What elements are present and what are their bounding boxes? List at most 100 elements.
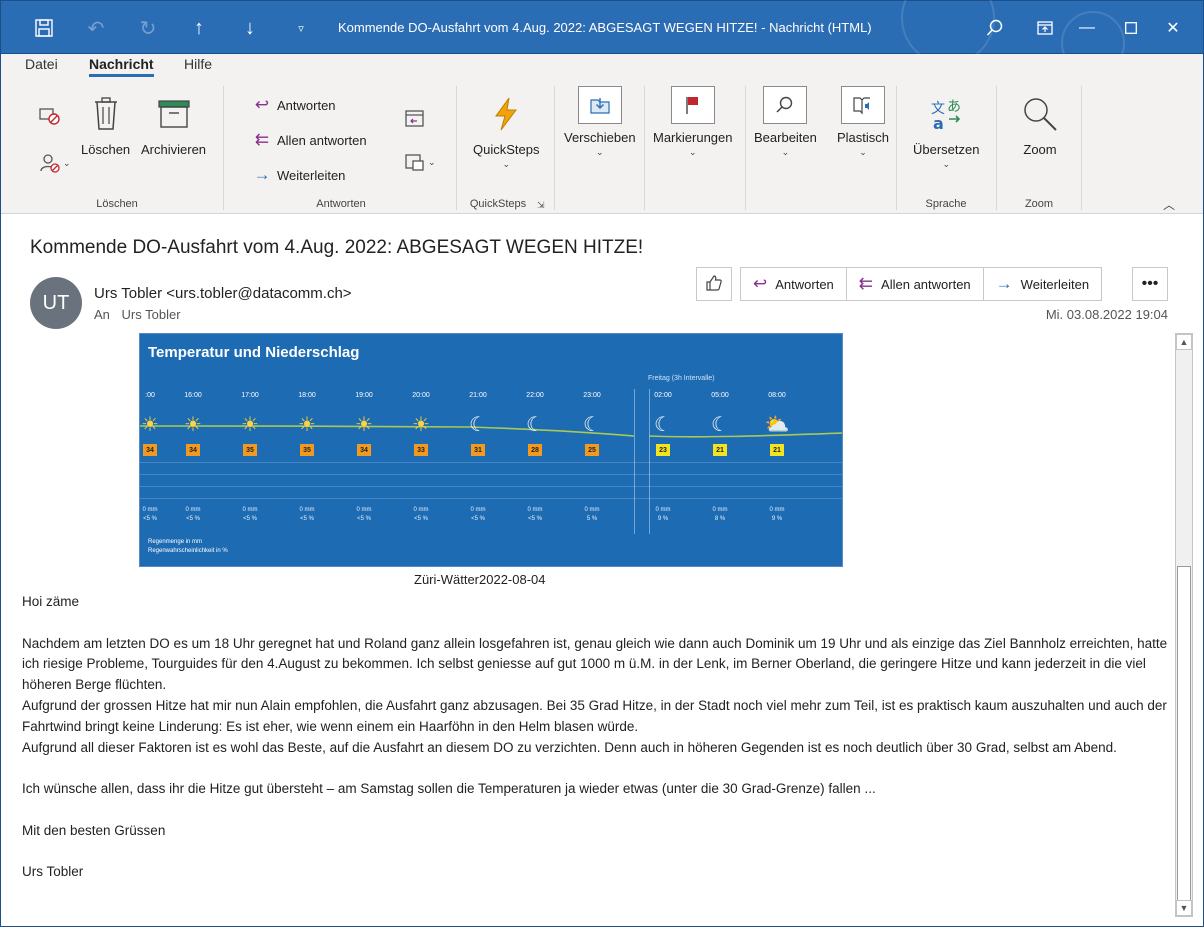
sender[interactable]: Urs Tobler <urs.tobler@datacomm.ch>	[94, 285, 352, 302]
body-paragraph: Urs Tobler	[22, 864, 84, 880]
body-paragraph	[22, 613, 1170, 634]
zoom-button[interactable]: Zoom	[1018, 92, 1062, 157]
immersive-reader-button[interactable]: Plastisch ⌄	[837, 86, 889, 158]
arrow-up-icon[interactable]: ↑	[184, 13, 214, 43]
body-paragraph: Ich wünsche allen, dass ihr die Hitze gu…	[22, 781, 876, 797]
like-button[interactable]	[696, 267, 732, 301]
magnifier-icon	[1018, 92, 1062, 136]
translate-button[interactable]: 文あa Übersetzen ⌄	[913, 92, 979, 170]
moon-icon: ☾	[711, 414, 729, 436]
dialog-launcher-icon[interactable]: ⇲	[537, 200, 545, 211]
weather-time: :00	[145, 392, 155, 399]
redo-icon[interactable]: ↻	[133, 13, 163, 43]
archive-label: Archivieren	[141, 142, 207, 157]
chevron-down-icon: ⌄	[942, 159, 951, 169]
weather-rain-probability: <5 %	[414, 516, 428, 522]
ribbon-display-icon[interactable]	[1025, 11, 1065, 45]
search-icon[interactable]	[980, 13, 1010, 43]
weather-time: 21:00	[469, 392, 487, 399]
recipient-name[interactable]: Urs Tobler	[122, 307, 181, 322]
minimize-icon[interactable]: —	[1067, 11, 1107, 45]
header-forward-button[interactable]: → Weiterleiten	[984, 268, 1101, 300]
window-title: Kommende DO-Ausfahrt vom 4.Aug. 2022: AB…	[338, 20, 872, 35]
tab-datei[interactable]: Datei	[25, 56, 58, 72]
move-button[interactable]: Verschieben ⌄	[564, 86, 636, 158]
tab-nachricht[interactable]: Nachricht	[89, 56, 154, 77]
sun-icon: ☀	[141, 414, 159, 436]
ribbon-tab-bar: Datei Nachricht Hilfe	[0, 54, 1204, 82]
delete-label: Löschen	[81, 142, 131, 157]
avatar[interactable]: UT	[30, 277, 82, 329]
title-bar: ↶ ↻ ↑ ↓ ▿ Kommende DO-Ausfahrt vom 4.Aug…	[0, 0, 1204, 75]
header-reply-button[interactable]: ↩ Antworten	[741, 268, 847, 300]
weather-temperature: 34	[357, 444, 371, 456]
close-icon[interactable]: ✕	[1153, 11, 1193, 45]
header-reply-all-button[interactable]: ⇇ Allen antworten	[847, 268, 984, 300]
weather-rain-probability: <5 %	[528, 516, 542, 522]
forward-icon: →	[253, 165, 271, 184]
weather-time: 19:00	[355, 392, 373, 399]
forward-button[interactable]: → Weiterleiten	[251, 165, 346, 185]
weather-temperature: 34	[186, 444, 200, 456]
weather-rain-mm: 0 mm	[185, 507, 201, 513]
zoom-label: Zoom	[1023, 142, 1057, 157]
more-actions-button[interactable]: •••	[1132, 267, 1168, 301]
chevron-down-icon: ⌄	[781, 147, 790, 157]
forward-label: Weiterleiten	[277, 167, 346, 183]
recipients: An Urs Tobler	[94, 307, 181, 322]
body-paragraph: Nachdem am letzten DO es um 18 Uhr gereg…	[22, 635, 1168, 693]
collapse-ribbon-icon[interactable]: ︿	[1163, 196, 1175, 213]
thumbs-up-icon	[705, 274, 723, 295]
weather-legend: Regenmenge in mm Regenwahrscheinlichkeit…	[148, 538, 228, 556]
customize-caret-icon[interactable]: ▿	[286, 13, 316, 43]
sun-icon: ☀	[184, 414, 202, 436]
ignore-icon[interactable]	[39, 106, 61, 131]
weather-temperature: 34	[143, 444, 157, 456]
delete-button[interactable]: Löschen	[81, 92, 130, 157]
weather-temperature: 23	[656, 444, 670, 456]
block-sender-icon[interactable]: ⌄	[39, 152, 71, 174]
group-label-sprache: Sprache	[925, 198, 967, 210]
weather-time: 02:00	[654, 392, 672, 399]
weather-rain-probability: <5 %	[357, 516, 371, 522]
arrow-down-icon[interactable]: ↓	[235, 13, 265, 43]
reply-all-label: Allen antworten	[277, 132, 367, 148]
weather-temperature: 21	[770, 444, 784, 456]
scroll-down-icon[interactable]: ▼	[1176, 900, 1192, 916]
weather-rain-probability: <5 %	[243, 516, 257, 522]
weather-rain-mm: 0 mm	[712, 507, 728, 513]
more-respond-icon[interactable]: ⌄	[404, 152, 436, 172]
sun-icon: ☀	[298, 414, 316, 436]
body-paragraph: Aufgrund all dieser Faktoren ist es wohl…	[22, 739, 1117, 755]
weather-time: 17:00	[241, 392, 259, 399]
scroll-up-icon[interactable]: ▲	[1176, 334, 1192, 350]
weather-rain-probability: <5 %	[300, 516, 314, 522]
weather-image[interactable]: Temperatur und Niederschlag Freitag (3h …	[139, 333, 843, 567]
reply-all-icon: ⇇	[254, 130, 270, 149]
flag-icon	[670, 86, 715, 124]
chevron-down-icon: ⌄	[428, 156, 436, 167]
meeting-reply-icon[interactable]	[404, 108, 426, 133]
maximize-icon[interactable]	[1111, 11, 1151, 45]
body-paragraph	[22, 842, 1170, 863]
scrollbar-thumb[interactable]	[1177, 566, 1191, 902]
weather-time: 18:00	[298, 392, 316, 399]
weather-rain-probability: 9 %	[657, 516, 669, 522]
translate-label: Übersetzen	[913, 142, 980, 157]
tags-button[interactable]: Markierungen ⌄	[653, 86, 733, 158]
reply-all-button[interactable]: ⇇ Allen antworten	[251, 130, 367, 150]
quicksteps-label: QuickSteps	[473, 142, 540, 157]
weather-rain-probability: 8 %	[714, 516, 726, 522]
reply-button[interactable]: ↩ Antworten	[251, 95, 336, 115]
vertical-scrollbar[interactable]: ▲ ▼	[1175, 333, 1193, 917]
weather-rain-mm: 0 mm	[142, 507, 158, 513]
weather-rain-probability: <5 %	[471, 516, 485, 522]
chevron-down-icon: ⌄	[688, 147, 697, 157]
tab-hilfe[interactable]: Hilfe	[184, 56, 212, 72]
archive-button[interactable]: Archivieren	[141, 92, 206, 157]
ribbon: ⌄ Löschen Archivieren Löschen ↩ Antworte…	[0, 82, 1204, 214]
save-icon[interactable]	[29, 13, 59, 43]
quicksteps-button[interactable]: QuickSteps ⌄	[473, 92, 539, 170]
undo-icon[interactable]: ↶	[81, 13, 111, 43]
edit-button[interactable]: Bearbeiten ⌄	[754, 86, 817, 158]
